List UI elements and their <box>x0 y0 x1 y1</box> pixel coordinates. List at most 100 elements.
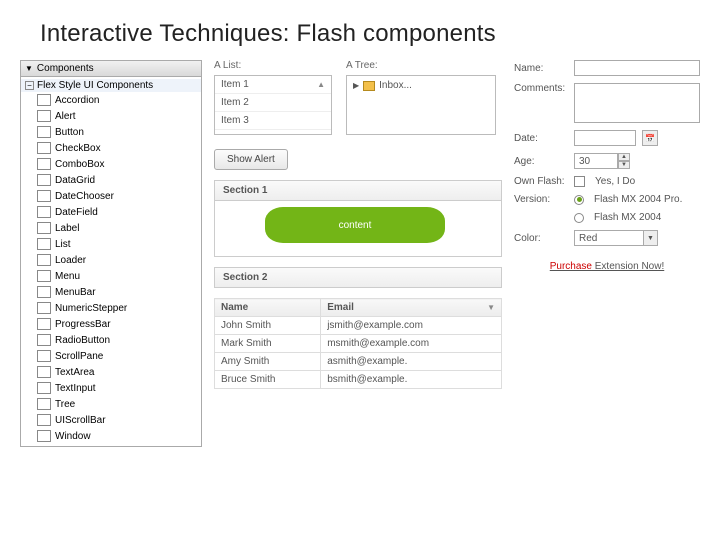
table-cell: jsmith@example.com <box>321 317 502 335</box>
tree-label: A Tree: <box>346 60 496 71</box>
palette-item-uiscrollbar[interactable]: UIScrollBar <box>35 412 201 428</box>
palette-item-datechooser[interactable]: DateChooser <box>35 188 201 204</box>
table-cell: Amy Smith <box>215 353 321 371</box>
palette-item-checkbox[interactable]: CheckBox <box>35 140 201 156</box>
purchase-text-red: Purchase <box>550 261 592 272</box>
palette-item-label: Button <box>55 127 84 138</box>
palette-item-menubar[interactable]: MenuBar <box>35 284 201 300</box>
component-icon <box>37 302 51 314</box>
date-field[interactable] <box>574 130 636 146</box>
own-flash-label: Own Flash: <box>514 176 568 187</box>
component-icon <box>37 366 51 378</box>
palette-item-label: TextArea <box>55 367 94 378</box>
component-icon <box>37 94 51 106</box>
component-icon <box>37 398 51 410</box>
list-component[interactable]: Item 1▲Item 2 Item 3 <box>214 75 332 135</box>
palette-item-radiobutton[interactable]: RadioButton <box>35 332 201 348</box>
component-icon <box>37 254 51 266</box>
palette-item-label: List <box>55 239 71 250</box>
accordion-section-2-header[interactable]: Section 2 <box>214 267 502 288</box>
components-panel: ▼ Components − Flex Style UI Components … <box>20 60 202 447</box>
chevron-down-icon[interactable]: ▼ <box>644 230 658 246</box>
palette-root-label: Flex Style UI Components <box>37 80 153 91</box>
palette-item-loader[interactable]: Loader <box>35 252 201 268</box>
list-item[interactable]: Item 2 <box>215 94 331 112</box>
minus-icon[interactable]: − <box>25 81 34 90</box>
palette-item-label: Tree <box>55 399 75 410</box>
tree-item-inbox[interactable]: ▶ Inbox... <box>353 80 489 91</box>
palette-item-label: DateChooser <box>55 191 114 202</box>
column-header[interactable]: Name <box>215 299 321 317</box>
own-flash-checkbox[interactable] <box>574 176 585 187</box>
component-icon <box>37 350 51 362</box>
collapse-icon[interactable]: ▼ <box>25 64 33 73</box>
component-icon <box>37 430 51 442</box>
palette-item-label: Window <box>55 431 91 442</box>
folder-icon <box>363 81 375 91</box>
palette-item-textarea[interactable]: TextArea <box>35 364 201 380</box>
version-pro-text: Flash MX 2004 Pro. <box>594 194 682 205</box>
palette-item-label: TextInput <box>55 383 96 394</box>
palette-item-button[interactable]: Button <box>35 124 201 140</box>
chevron-right-icon: ▶ <box>353 81 359 90</box>
table-cell: bsmith@example. <box>321 371 502 389</box>
palette-item-combobox[interactable]: ComboBox <box>35 156 201 172</box>
component-icon <box>37 334 51 346</box>
panel-title-bar[interactable]: ▼ Components <box>21 61 201 77</box>
accordion-section-1-body: content <box>214 201 502 257</box>
name-input[interactable] <box>574 60 700 76</box>
version-label: Version: <box>514 194 568 205</box>
palette-item-accordion[interactable]: Accordion <box>35 92 201 108</box>
numeric-stepper[interactable]: 30 ▲ ▼ <box>574 153 630 169</box>
palette-item-label: ScrollPane <box>55 351 103 362</box>
age-label: Age: <box>514 156 568 167</box>
calendar-icon[interactable]: 📅 <box>642 130 658 146</box>
purchase-link[interactable]: Purchase Extension Now! <box>514 261 700 272</box>
palette-item-alert[interactable]: Alert <box>35 108 201 124</box>
component-icon <box>37 382 51 394</box>
show-alert-button[interactable]: Show Alert <box>214 149 288 170</box>
component-icon <box>37 286 51 298</box>
step-down-icon[interactable]: ▼ <box>618 161 630 169</box>
color-value: Red <box>574 230 644 246</box>
palette-item-label[interactable]: Label <box>35 220 201 236</box>
palette-item-menu[interactable]: Menu <box>35 268 201 284</box>
table-row[interactable]: Amy Smithasmith@example. <box>215 353 502 371</box>
palette-item-scrollpane[interactable]: ScrollPane <box>35 348 201 364</box>
age-value[interactable]: 30 <box>574 153 618 169</box>
version-radio-std[interactable] <box>574 213 584 223</box>
palette-item-datagrid[interactable]: DataGrid <box>35 172 201 188</box>
color-label: Color: <box>514 233 568 244</box>
component-icon <box>37 222 51 234</box>
date-label: Date: <box>514 133 568 144</box>
palette-item-label: Label <box>55 223 79 234</box>
version-radio-pro[interactable] <box>574 195 584 205</box>
component-icon <box>37 158 51 170</box>
palette-item-label: RadioButton <box>55 335 110 346</box>
palette-item-datefield[interactable]: DateField <box>35 204 201 220</box>
tree-component[interactable]: ▶ Inbox... <box>346 75 496 135</box>
list-item-label: Item 3 <box>221 115 249 126</box>
comments-label: Comments: <box>514 83 568 94</box>
palette-item-numericstepper[interactable]: NumericStepper <box>35 300 201 316</box>
accordion-section-1-header[interactable]: Section 1 <box>214 180 502 201</box>
column-header[interactable]: Email▼ <box>321 299 502 317</box>
component-icon <box>37 270 51 282</box>
table-cell: John Smith <box>215 317 321 335</box>
comments-textarea[interactable] <box>574 83 700 123</box>
table-row[interactable]: Mark Smithmsmith@example.com <box>215 335 502 353</box>
palette-root[interactable]: − Flex Style UI Components <box>21 79 201 92</box>
data-grid[interactable]: NameEmail▼ John Smithjsmith@example.comM… <box>214 298 502 389</box>
palette-item-list[interactable]: List <box>35 236 201 252</box>
palette-item-textinput[interactable]: TextInput <box>35 380 201 396</box>
list-item[interactable]: Item 1▲ <box>215 76 331 94</box>
palette-item-window[interactable]: Window <box>35 428 201 444</box>
palette-item-tree[interactable]: Tree <box>35 396 201 412</box>
color-combobox[interactable]: Red ▼ <box>574 230 658 246</box>
list-item-label: Item 1 <box>221 79 249 90</box>
table-row[interactable]: John Smithjsmith@example.com <box>215 317 502 335</box>
list-item[interactable]: Item 3 <box>215 112 331 130</box>
step-up-icon[interactable]: ▲ <box>618 153 630 161</box>
table-row[interactable]: Bruce Smithbsmith@example. <box>215 371 502 389</box>
palette-item-progressbar[interactable]: ProgressBar <box>35 316 201 332</box>
